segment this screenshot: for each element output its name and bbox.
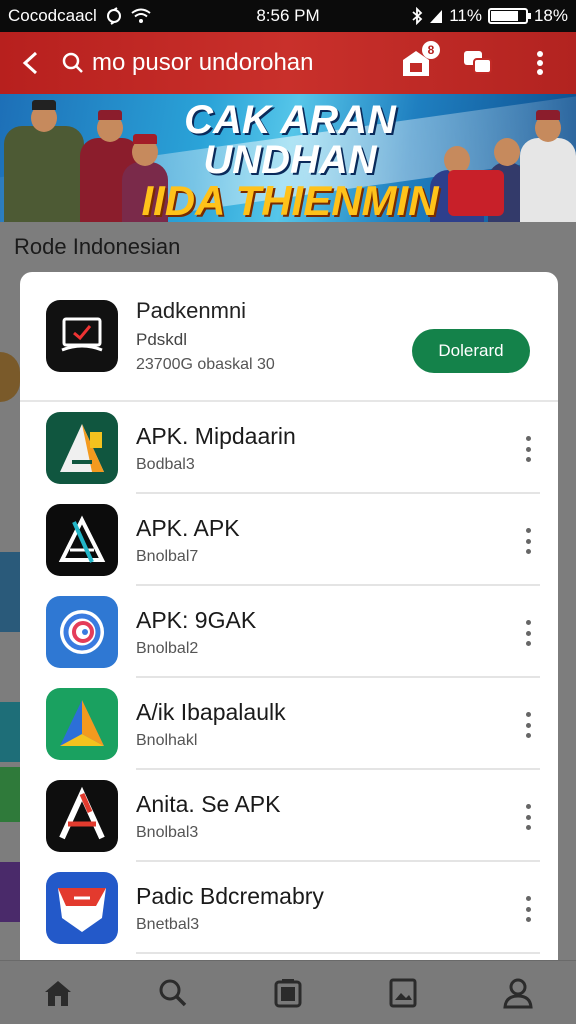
featured-subtitle: Pdskdl [136, 330, 188, 349]
nav-home[interactable] [36, 971, 80, 1015]
app-name: APK: 9GAK [136, 606, 257, 633]
search-icon [159, 979, 187, 1006]
notification-badge: 8 [422, 41, 440, 59]
featured-app[interactable]: Padkenmni Pdskdl 23700G obaskal 30 Doler… [20, 272, 558, 402]
more-options-icon[interactable] [518, 620, 538, 646]
list-item[interactable]: Padic Bdcremabry Bnetbal3 [20, 862, 558, 954]
app-name: Padic Bdcremabry [136, 882, 324, 909]
app-subtitle: Bnolbal7 [136, 547, 199, 565]
nav-images[interactable] [381, 971, 425, 1015]
app-subtitle: Bnolbal2 [136, 639, 199, 657]
nav-search[interactable] [151, 971, 195, 1015]
person-illustration [4, 100, 84, 222]
status-bar: Cocodcaacl 8:56 PM 11% 18% [0, 0, 576, 32]
more-button[interactable] [522, 45, 558, 81]
app-subtitle: Bnolhakl [136, 731, 198, 749]
app-subtitle: Bodbal3 [136, 455, 195, 473]
list-item[interactable]: A/ik Ibapalaulk Bnolhakl [20, 678, 558, 770]
apk-triangle-icon [46, 504, 118, 576]
battery-icon [487, 8, 531, 24]
featured-meta: 23700G obaskal 30 [136, 356, 275, 373]
app-subtitle: Bnetbal3 [136, 915, 200, 933]
apk-a-icon [46, 412, 118, 484]
shield-icon [46, 872, 118, 944]
image-icon [389, 978, 417, 1007]
promo-banner[interactable]: CAK ARAN UNDHAN IIDA THIENMIN [0, 94, 576, 222]
search-icon [62, 52, 83, 73]
search-field[interactable]: mo pusor undorohan [62, 49, 398, 77]
nav-profile[interactable] [496, 971, 540, 1015]
arrow-a-icon [46, 688, 118, 760]
wifi-icon [131, 8, 151, 23]
signal-percent: 18% [533, 6, 568, 25]
list-item[interactable]: APK: 9GAK Bnolbal2 [20, 586, 558, 678]
app-name: Anita. Se APK [136, 790, 281, 817]
more-vert-icon [537, 51, 543, 75]
app-bar: mo pusor undorohan 8 [0, 32, 576, 94]
profile-icon [503, 978, 533, 1008]
app-chooser-dialog: Padkenmni Pdskdl 23700G obaskal 30 Doler… [20, 272, 558, 960]
app-subtitle: Bnolbal3 [136, 823, 199, 841]
featured-name: Padkenmni [136, 298, 247, 323]
banner-headline: CAK ARAN UNDHAN IIDA THIENMIN [130, 100, 450, 222]
download-button[interactable]: Dolerard [412, 329, 530, 373]
battery-percent: 11% [449, 6, 482, 25]
home-icon [44, 980, 71, 1006]
app-name: APK. APK [136, 514, 240, 541]
carrier-label: Cocodcaacl [8, 6, 97, 25]
more-options-icon[interactable] [518, 712, 538, 738]
app-name: A/ik Ibapalaulk [136, 698, 286, 725]
back-button[interactable] [0, 32, 62, 94]
list-item[interactable]: APK. Mipdaarin Bodbal3 [20, 402, 558, 494]
more-options-icon[interactable] [518, 804, 538, 830]
swirl-icon [46, 596, 118, 668]
more-options-icon[interactable] [518, 528, 538, 554]
search-query: mo pusor undorohan [92, 49, 314, 76]
list-item[interactable]: APK. APK Bnolbal7 [20, 494, 558, 586]
bg-card-edge [0, 352, 20, 402]
back-arrow-icon [22, 51, 38, 75]
apps-icon [274, 978, 302, 1007]
more-options-icon[interactable] [518, 436, 538, 462]
book-icon [46, 300, 118, 372]
podium-shape [448, 170, 504, 216]
letter-a-icon [46, 780, 118, 852]
app-list: APK. Mipdaarin Bodbal3 APK. APK Bnolbal7… [20, 402, 558, 954]
list-item[interactable]: Anita. Se APK Bnolbal3 [20, 770, 558, 862]
bg-card-edge [0, 767, 20, 822]
section-title: Rode Indonesian [14, 234, 181, 259]
nav-apps[interactable] [266, 971, 310, 1015]
bg-card-edge [0, 552, 20, 632]
signal-icon [430, 10, 443, 23]
app-name: APK. Mipdaarin [136, 422, 296, 449]
store-button[interactable]: 8 [398, 41, 440, 81]
chat-button[interactable] [460, 45, 496, 81]
banner-line-1: CAK ARAN UNDHAN [184, 98, 396, 182]
person-illustration [520, 110, 576, 222]
more-options-icon[interactable] [518, 896, 538, 922]
chat-icon [464, 51, 492, 74]
sync-icon [106, 7, 121, 25]
bluetooth-icon [412, 7, 423, 25]
bg-card-edge [0, 702, 20, 762]
bg-card-edge [0, 862, 20, 922]
bottom-navigation [0, 960, 576, 1024]
banner-line-2: IIDA THIENMIN [141, 177, 439, 222]
